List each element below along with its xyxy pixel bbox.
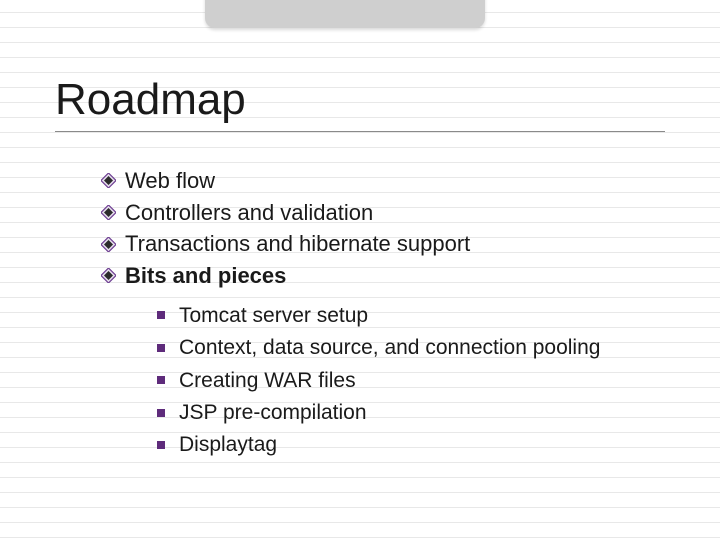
list-item: Controllers and validation [101, 198, 665, 228]
square-bullet-icon [157, 409, 165, 417]
list-item-label: Displaytag [179, 430, 277, 459]
list-item: Creating WAR files [157, 366, 665, 395]
sub-bullet-list: Tomcat server setup Context, data source… [101, 293, 665, 460]
list-item-label: Creating WAR files [179, 366, 356, 395]
list-item-label: Controllers and validation [125, 198, 373, 228]
list-item-label: Tomcat server setup [179, 301, 368, 330]
square-bullet-icon [157, 376, 165, 384]
list-item: JSP pre-compilation [157, 398, 665, 427]
slide-content: Roadmap Web flow Controllers and validat… [0, 0, 720, 460]
slide-title: Roadmap [55, 75, 665, 125]
list-item: Bits and pieces [101, 261, 665, 291]
square-bullet-icon [157, 344, 165, 352]
list-item: Tomcat server setup [157, 301, 665, 330]
list-item-label: JSP pre-compilation [179, 398, 367, 427]
square-bullet-icon [157, 311, 165, 319]
diamond-bullet-icon [101, 173, 116, 188]
diamond-bullet-icon [101, 268, 116, 283]
list-item: Web flow [101, 166, 665, 196]
list-item-label: Transactions and hibernate support [125, 229, 470, 259]
list-item: Context, data source, and connection poo… [157, 333, 665, 362]
diamond-bullet-icon [101, 237, 116, 252]
title-underline [55, 131, 665, 132]
square-bullet-icon [157, 441, 165, 449]
list-item-label: Bits and pieces [125, 261, 286, 291]
list-item: Displaytag [157, 430, 665, 459]
list-item: Transactions and hibernate support [101, 229, 665, 259]
list-item-label: Web flow [125, 166, 215, 196]
diamond-bullet-icon [101, 205, 116, 220]
list-item-label: Context, data source, and connection poo… [179, 333, 600, 362]
bullet-list: Web flow Controllers and validation Tran… [55, 166, 665, 460]
